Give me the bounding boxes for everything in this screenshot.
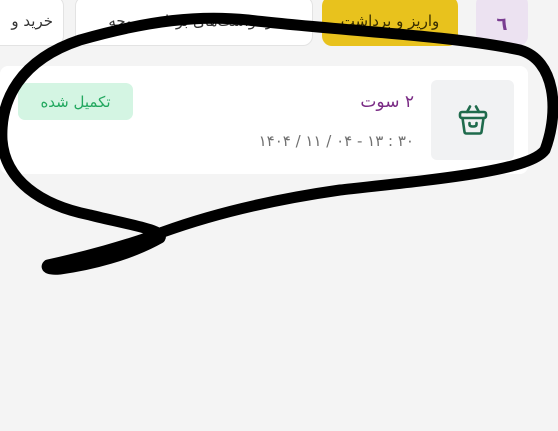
scribble-annotation xyxy=(0,12,558,275)
